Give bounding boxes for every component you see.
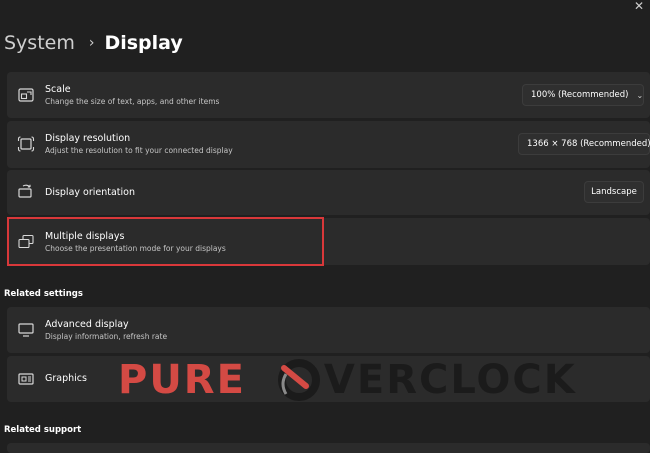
related-support-heading: Related support [4, 425, 82, 435]
breadcrumb-system-link[interactable]: System [4, 32, 75, 54]
orientation-title: Display orientation [45, 187, 136, 198]
scale-icon [18, 88, 34, 102]
highlight-box [7, 217, 324, 266]
scale-dropdown-value: 100% (Recommended) [531, 90, 629, 100]
close-button[interactable]: ✕ [632, 0, 646, 14]
orientation-setting-row[interactable]: Display orientation Landscape [7, 170, 650, 215]
advanced-display-subtitle: Display information, refresh rate [45, 332, 168, 341]
resolution-subtitle: Adjust the resolution to fit your connec… [45, 146, 233, 155]
advanced-display-title: Advanced display [45, 319, 129, 330]
orientation-icon [18, 184, 32, 198]
related-support-card[interactable] [7, 443, 650, 453]
breadcrumb-separator-icon: › [88, 35, 95, 51]
scale-setting-row[interactable]: Scale Change the size of text, apps, and… [7, 72, 650, 118]
watermark-pure-text: PURE [118, 357, 246, 403]
resolution-icon [17, 136, 35, 152]
graphics-icon [18, 373, 34, 385]
window-titlebar: ✕ [0, 0, 650, 22]
scale-title: Scale [45, 84, 71, 95]
resolution-title: Display resolution [45, 133, 131, 144]
resolution-dropdown-value: 1366 × 768 (Recommended) [527, 139, 650, 149]
scale-dropdown[interactable]: 100% (Recommended) ⌄ [522, 84, 644, 106]
watermark-o-icon [277, 359, 320, 401]
scale-subtitle: Change the size of text, apps, and other… [45, 97, 220, 106]
page-title: Display [104, 32, 183, 54]
watermark-overclock-text: VERCLOCK [323, 357, 577, 403]
watermark-logo: PURE VERCLOCK [118, 358, 577, 402]
orientation-dropdown[interactable]: Landscape [584, 181, 644, 203]
advanced-display-row[interactable]: Advanced display Display information, re… [7, 307, 650, 353]
related-settings-heading: Related settings [4, 289, 83, 299]
resolution-dropdown[interactable]: 1366 × 768 (Recommended) [518, 133, 650, 155]
orientation-dropdown-value: Landscape [591, 187, 637, 197]
chevron-down-icon: ⌄ [636, 90, 644, 100]
breadcrumb: System › Display [4, 32, 183, 54]
graphics-title: Graphics [45, 373, 87, 384]
resolution-setting-row[interactable]: Display resolution Adjust the resolution… [7, 121, 650, 168]
monitor-icon [18, 323, 34, 337]
